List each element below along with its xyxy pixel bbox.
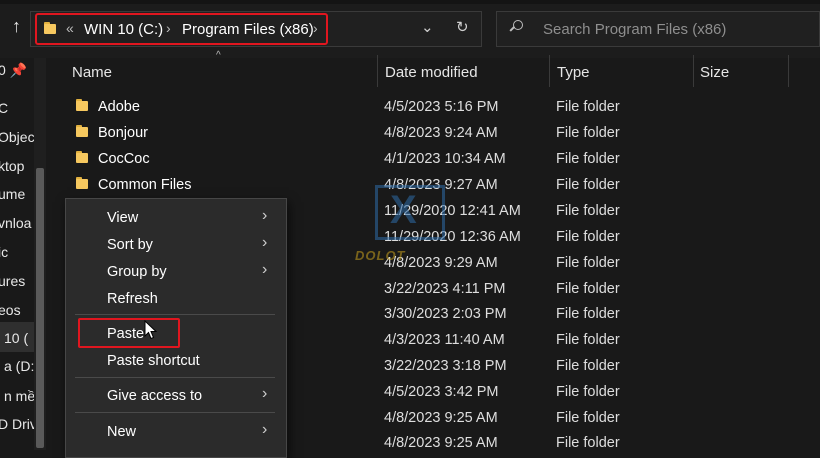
menu-item-refresh[interactable]: Refresh <box>107 291 158 307</box>
file-type: File folder <box>556 435 620 451</box>
column-divider[interactable] <box>693 55 694 87</box>
nav-item-quick-access[interactable]: 0 📌 <box>0 62 27 79</box>
nav-scrollbar-thumb[interactable] <box>36 168 44 448</box>
file-type: File folder <box>556 229 620 245</box>
submenu-arrow-icon: › <box>262 385 268 402</box>
file-date: 3/22/2023 4:11 PM <box>384 281 506 297</box>
nav-item-desktop[interactable]: ktop <box>0 158 24 174</box>
watermark-text: DOLOT <box>355 248 406 263</box>
nav-item-pictures[interactable]: ures <box>0 273 25 289</box>
nav-item-dvd-drive[interactable]: D Driv <box>0 416 37 432</box>
submenu-arrow-icon: › <box>262 261 268 278</box>
file-date: 4/5/2023 5:16 PM <box>384 99 499 115</box>
search-icon <box>509 20 523 32</box>
file-date: 4/8/2023 9:25 AM <box>384 435 498 451</box>
folder-icon <box>76 151 88 163</box>
column-header-type[interactable]: Type <box>557 64 590 81</box>
menu-separator <box>75 412 275 413</box>
file-name[interactable]: Bonjour <box>98 125 148 141</box>
paste-highlight-box <box>78 318 180 348</box>
file-type: File folder <box>556 332 620 348</box>
nav-item-music[interactable]: ic <box>0 244 8 260</box>
file-date: 3/22/2023 3:18 PM <box>384 358 507 374</box>
nav-item-videos[interactable]: eos <box>0 302 21 318</box>
nav-item-data-drive[interactable]: a (D: <box>4 358 34 374</box>
file-type: File folder <box>556 151 620 167</box>
menu-item-give-access-to[interactable]: Give access to <box>107 388 202 404</box>
menu-item-paste-shortcut[interactable]: Paste shortcut <box>107 353 200 369</box>
file-date: 4/8/2023 9:25 AM <box>384 410 498 426</box>
submenu-arrow-icon: › <box>262 207 268 224</box>
folder-icon <box>76 125 88 137</box>
menu-item-new[interactable]: New <box>107 424 136 440</box>
address-highlight-box <box>35 13 328 45</box>
up-arrow-icon[interactable]: ↑ <box>12 16 21 37</box>
submenu-arrow-icon: › <box>262 421 268 438</box>
column-header-date[interactable]: Date modified <box>385 64 478 81</box>
column-divider[interactable] <box>549 55 550 87</box>
file-type: File folder <box>556 203 620 219</box>
file-name[interactable]: CocCoc <box>98 151 150 167</box>
menu-separator <box>75 377 275 378</box>
file-type: File folder <box>556 306 620 322</box>
column-header-size[interactable]: Size <box>700 64 729 81</box>
file-name[interactable]: Common Files <box>98 177 191 193</box>
nav-item-documents[interactable]: ume <box>0 186 25 202</box>
file-date: 4/3/2023 11:40 AM <box>384 332 505 348</box>
column-divider[interactable] <box>788 55 789 87</box>
file-name[interactable]: Adobe <box>98 99 140 115</box>
file-date: 4/5/2023 3:42 PM <box>384 384 499 400</box>
file-type: File folder <box>556 177 620 193</box>
file-date: 3/30/2023 2:03 PM <box>384 306 507 322</box>
title-bar-strip <box>0 0 820 4</box>
file-type: File folder <box>556 358 620 374</box>
menu-separator <box>75 314 275 315</box>
nav-item-this-pc[interactable]: C <box>0 100 8 116</box>
file-type: File folder <box>556 281 620 297</box>
watermark-logo: X DOLOT <box>350 180 490 270</box>
sort-caret-icon: ^ <box>216 50 221 61</box>
file-type: File folder <box>556 99 620 115</box>
chevron-down-icon[interactable]: ⌄ <box>421 18 434 36</box>
column-divider[interactable] <box>377 55 378 87</box>
nav-item-downloads[interactable]: vnloa <box>0 215 31 231</box>
refresh-icon[interactable]: ↻ <box>456 18 469 36</box>
file-type: File folder <box>556 410 620 426</box>
file-type: File folder <box>556 125 620 141</box>
menu-item-group-by[interactable]: Group by <box>107 264 167 280</box>
file-date: 4/1/2023 10:34 AM <box>384 151 506 167</box>
file-date: 4/8/2023 9:24 AM <box>384 125 498 141</box>
file-type: File folder <box>556 255 620 271</box>
column-header-name[interactable]: Name <box>72 64 112 81</box>
cursor-icon <box>144 320 158 340</box>
search-input[interactable]: Search Program Files (x86) <box>543 21 726 38</box>
folder-icon <box>76 177 88 189</box>
file-type: File folder <box>556 384 620 400</box>
submenu-arrow-icon: › <box>262 234 268 251</box>
nav-item-3d-objects[interactable]: Objec <box>0 129 35 145</box>
folder-icon <box>76 99 88 111</box>
nav-item-drive[interactable]: n mề <box>4 388 35 404</box>
nav-item-win10-drive[interactable]: 10 ( <box>4 330 28 346</box>
menu-item-view[interactable]: View <box>107 210 138 226</box>
menu-item-sort-by[interactable]: Sort by <box>107 237 153 253</box>
